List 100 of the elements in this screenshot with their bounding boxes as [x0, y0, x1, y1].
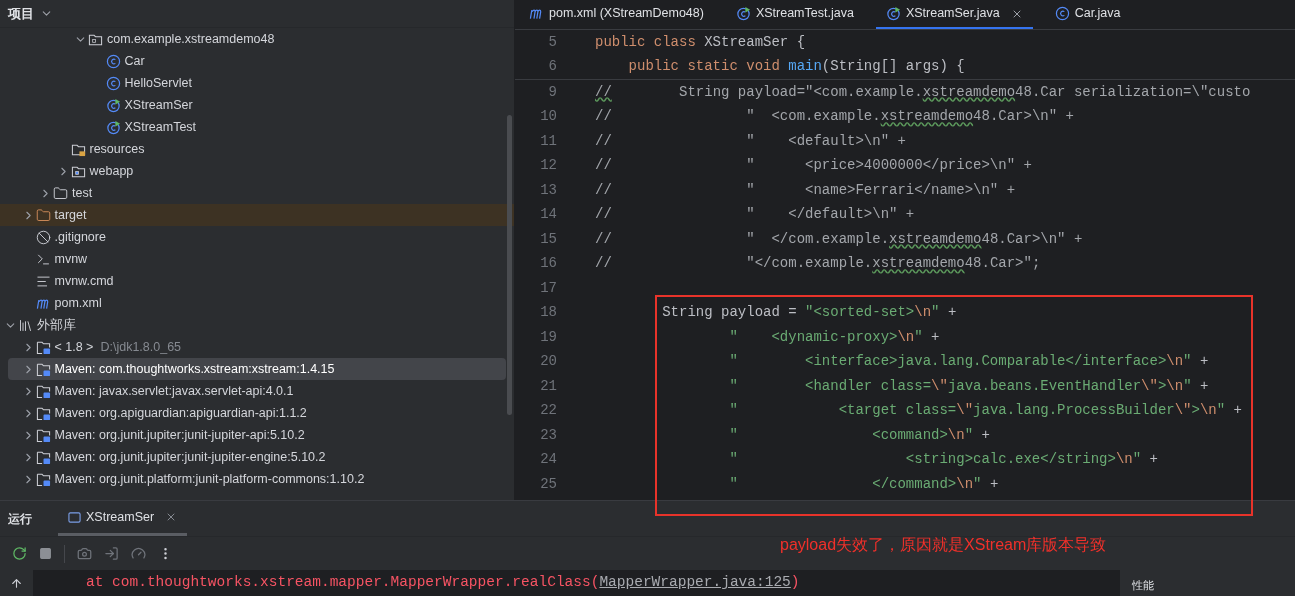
code-line: " </command>\n" +	[728, 474, 999, 494]
code-line: public class XStreamSer {	[594, 32, 806, 52]
tree-item[interactable]: Maven: org.apiguardian:apiguardian-api:1.1.2	[0, 402, 514, 424]
line-number: 11	[539, 131, 557, 151]
tree-item[interactable]: 外部库	[0, 314, 514, 336]
annotation-text: payload失效了，原因就是XStream库版本导致	[780, 535, 1107, 555]
line-number: 19	[539, 327, 557, 347]
code-line: // " <default>\n" +	[594, 131, 906, 151]
source-link[interactable]: MapperWrapper.java:125	[599, 574, 791, 591]
code-line: " <command>\n" +	[728, 425, 990, 445]
tree-item[interactable]: .gitignore	[0, 226, 514, 248]
tree-item-label: < 1.8 >	[54, 338, 94, 356]
code-line: // " <price>4000000</price>\n" +	[594, 156, 1032, 176]
line-number: 25	[539, 474, 557, 494]
line-number: 5	[547, 32, 557, 52]
tree-item[interactable]: com.example.xstreamdemo48	[0, 28, 514, 50]
tree-item-label: mvnw.cmd	[54, 272, 114, 290]
text-lines-icon	[35, 273, 51, 289]
line-number: 22	[539, 401, 557, 421]
editor-tab[interactable]: Car.java	[1044, 0, 1131, 29]
library-folder-icon	[35, 449, 51, 465]
code-line: // " </default>\n" +	[594, 205, 915, 225]
panel-title: 项目	[8, 4, 34, 23]
tree-item[interactable]: Maven: javax.servlet:javax.servlet-api:4.0.1	[0, 380, 514, 402]
tree-item[interactable]: mvnw	[0, 248, 514, 270]
tree-item-label: XStreamSer	[124, 96, 193, 114]
tree-item-label: Maven: org.junit.jupiter:junit-jupiter-engine:5.10.2	[54, 448, 326, 466]
tree-item-label: 外部库	[37, 316, 76, 334]
panel-title: 运行	[8, 510, 32, 528]
code-line: public static void main(String[] args) {	[627, 57, 965, 77]
library-folder-icon	[35, 405, 51, 421]
tree-item-label: mvnw	[54, 250, 88, 268]
folder-icon	[53, 185, 68, 201]
tree-item-label: Maven: com.thoughtworks.xstream:xstream:1.4.15	[54, 360, 335, 378]
tree-item[interactable]: HelloServlet	[0, 72, 514, 94]
code-line: // " </com.example.xstreamdemo48.Car>\n" +	[594, 229, 1083, 249]
tree-item[interactable]: mvnw.cmd	[0, 270, 514, 292]
console-window-icon	[68, 510, 81, 524]
scrollbar[interactable]	[507, 115, 512, 415]
tree-item-path: D:\jdk1.8.0_65	[100, 338, 182, 356]
tree-item[interactable]: target	[0, 204, 514, 226]
editor-tab[interactable]: XStreamSer.java	[875, 0, 1033, 29]
tree-item[interactable]: Maven: org.junit.jupiter:junit-jupiter-api:5.10.2	[0, 424, 514, 446]
line-number: 20	[539, 352, 557, 372]
runnable-class-icon	[105, 119, 121, 135]
line-number: 6	[547, 57, 557, 77]
editor-tab[interactable]: pom.xml (XStreamDemo48)	[519, 0, 714, 29]
tree-item-label: Car	[124, 52, 145, 70]
tree-item[interactable]: Maven: org.junit.platform:junit-platform-commons:1.10.2	[0, 468, 514, 490]
tree-item-label: Maven: org.junit.platform:junit-platform-commons:1.10.2	[54, 470, 365, 488]
arrow-up-icon[interactable]	[10, 576, 23, 590]
tree-item[interactable]: resources	[0, 138, 514, 160]
code-line: // " <com.example.xstreamdemo48.Car>\n" +	[594, 107, 1074, 127]
tree-item[interactable]: XStreamSer	[0, 94, 514, 116]
code-line: " <handler class=\"java.beans.EventHandler\">\n" +	[728, 376, 1209, 396]
line-number: 16	[539, 254, 557, 274]
code-line: // String payload="<com.example.xstreamdemo48.Car serialization=\"custo	[594, 82, 1251, 102]
line-number: 21	[539, 376, 557, 396]
tree-item-label: target	[54, 206, 87, 224]
library-folder-icon	[35, 427, 51, 443]
tree-item-label: webapp	[89, 162, 134, 180]
folder-icon	[35, 207, 51, 223]
library-folder-icon	[35, 361, 51, 377]
stop-icon[interactable]	[39, 547, 52, 560]
tree-item-label: com.example.xstreamdemo48	[107, 30, 275, 48]
console-output: at com.thoughtworks.xstream.mapper.MapperWrapper.realClass(MapperWrapper.java:125)	[86, 573, 800, 593]
code-line: " <interface>java.lang.Comparable</interface>\n" +	[728, 352, 1209, 372]
line-number: 12	[539, 156, 557, 176]
rerun-icon[interactable]	[12, 546, 27, 561]
library-folder-icon	[35, 383, 51, 399]
runnable-class-icon	[735, 6, 751, 21]
runnable-class-icon	[885, 6, 901, 21]
code-line: // "</com.example.xstreamdemo48.Car>";	[594, 254, 1041, 274]
tree-item-label: pom.xml	[54, 294, 102, 312]
gauge-icon[interactable]	[131, 546, 146, 561]
tree-item[interactable]: Maven: org.junit.jupiter:junit-jupiter-engine:5.10.2	[0, 446, 514, 468]
tree-item[interactable]: Maven: com.thoughtworks.xstream:xstream:1.4.15	[8, 358, 506, 380]
tree-item[interactable]: < 1.8 > D:\jdk1.8.0_65	[0, 336, 514, 358]
tree-item-label: test	[72, 184, 93, 202]
code-line: // " <name>Ferrari</name>\n" +	[594, 180, 1016, 200]
tree-item-label: HelloServlet	[124, 74, 192, 92]
camera-icon[interactable]	[77, 546, 92, 561]
tree-item[interactable]: pom.xml	[0, 292, 514, 314]
tree-item-label: XStreamTest	[124, 118, 197, 136]
line-number: 13	[539, 180, 557, 200]
code-line: " <dynamic-proxy>\n" +	[728, 327, 940, 347]
line-number: 10	[539, 107, 557, 127]
tree-item[interactable]: webapp	[0, 160, 514, 182]
run-tab[interactable]: XStreamSer	[58, 501, 188, 536]
library-folder-icon	[35, 339, 51, 355]
line-number: 9	[547, 82, 557, 102]
line-number: 15	[539, 229, 557, 249]
tree-item[interactable]: XStreamTest	[0, 116, 514, 138]
line-number: 23	[539, 425, 557, 445]
tree-item[interactable]: test	[0, 182, 514, 204]
terminal-icon	[35, 251, 51, 267]
code-line: " <string>calc.exe</string>\n" +	[728, 450, 1158, 470]
editor-tab[interactable]: XStreamTest.java	[725, 0, 864, 29]
tree-item[interactable]: Car	[0, 50, 514, 72]
import-icon[interactable]	[104, 546, 119, 561]
